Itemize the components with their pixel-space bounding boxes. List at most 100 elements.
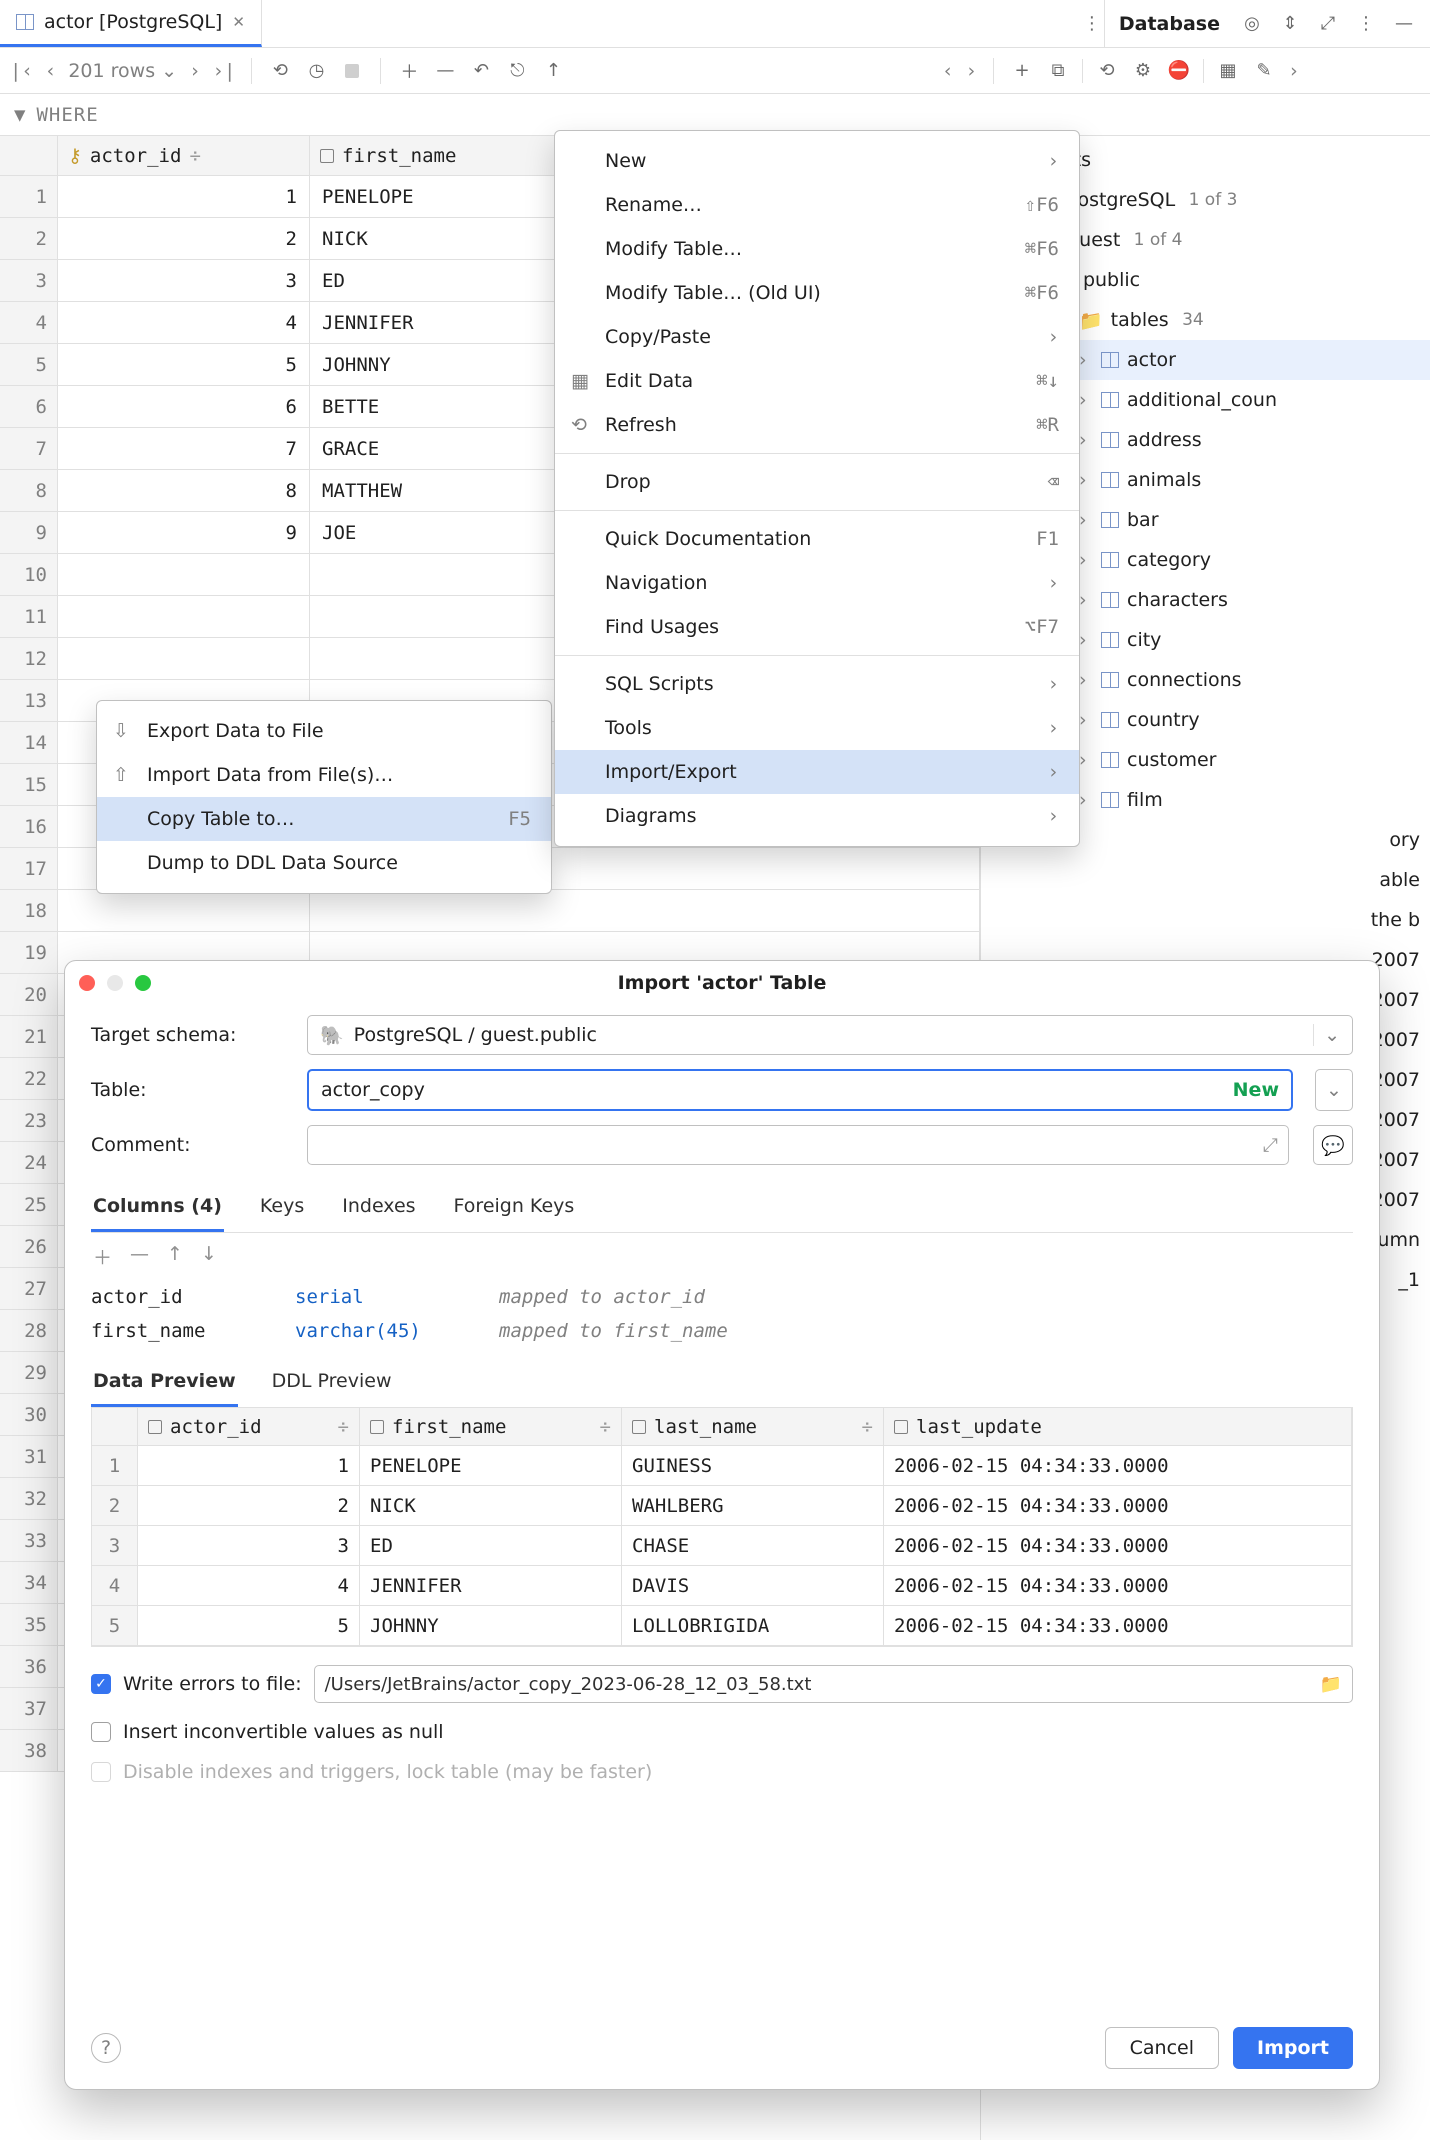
minimize-window-icon[interactable] — [107, 975, 123, 991]
target-schema-combo[interactable]: 🐘 PostgreSQL / guest.public ⌄ — [307, 1015, 1353, 1055]
nav-left-icon[interactable]: ‹ — [942, 60, 953, 82]
context-menu-item[interactable]: Import/Export› — [555, 750, 1079, 794]
close-window-icon[interactable] — [79, 975, 95, 991]
expand-icon[interactable]: ⤢ — [1263, 1134, 1278, 1156]
context-menu-item[interactable]: Modify Table…⌘F6 — [555, 227, 1079, 271]
cell-actor-id[interactable]: 3 — [58, 260, 310, 301]
expand-collapse-icon[interactable]: ⇕ — [1278, 12, 1302, 36]
stopwatch-icon[interactable]: ◷ — [304, 59, 328, 83]
context-menu-item[interactable]: Navigation› — [555, 561, 1079, 605]
context-menu-item[interactable]: Copy/Paste› — [555, 315, 1079, 359]
submenu-item[interactable]: Copy Table to…F5 — [97, 797, 551, 841]
more-icon[interactable]: › — [1288, 60, 1299, 82]
preview-header-actor-id[interactable]: actor_id÷ — [138, 1408, 360, 1445]
cell-actor-id[interactable]: 8 — [58, 470, 310, 511]
context-menu-item[interactable]: ▦Edit Data⌘↓ — [555, 359, 1079, 403]
column-mapping-row[interactable]: actor_idserialmapped to actor_id — [91, 1280, 1353, 1314]
settings-icon[interactable]: ⚙ — [1131, 59, 1155, 83]
add-column-icon[interactable]: ＋ — [93, 1243, 112, 1270]
preview-header-last-name[interactable]: last_name÷ — [622, 1408, 884, 1445]
preview-header-last-update[interactable]: last_update — [884, 1408, 1352, 1445]
cell-actor-id[interactable]: 2 — [58, 218, 310, 259]
commit-icon[interactable]: ⎋ — [505, 59, 529, 83]
prev-page-icon[interactable]: ‹ — [45, 60, 56, 82]
tab-ddl-preview[interactable]: DDL Preview — [270, 1362, 394, 1407]
table-row[interactable]: 18 — [0, 890, 980, 932]
close-icon[interactable]: ✕ — [232, 13, 245, 31]
first-page-icon[interactable]: |‹ — [10, 60, 33, 82]
errors-file-path-input[interactable]: /Users/JetBrains/actor_copy_2023-06-28_1… — [314, 1665, 1353, 1703]
tab-foreign-keys[interactable]: Foreign Keys — [452, 1187, 577, 1232]
write-errors-checkbox[interactable]: ✓ — [91, 1674, 111, 1694]
context-menu-item[interactable]: New› — [555, 139, 1079, 183]
cell-actor-id[interactable] — [58, 890, 310, 931]
tab-columns[interactable]: Columns (4) — [91, 1187, 224, 1232]
preview-row[interactable]: 55JOHNNYLOLLOBRIGIDA2006-02-15 04:34:33.… — [92, 1606, 1352, 1646]
editor-tab-actor[interactable]: actor [PostgreSQL] ✕ — [0, 0, 262, 47]
hide-icon[interactable]: ⤢ — [1316, 12, 1340, 36]
new-datasource-icon[interactable]: + — [1010, 59, 1034, 83]
preview-row[interactable]: 44JENNIFERDAVIS2006-02-15 04:34:33.0000 — [92, 1566, 1352, 1606]
window-controls[interactable] — [79, 975, 151, 991]
preview-row[interactable]: 33EDCHASE2006-02-15 04:34:33.0000 — [92, 1526, 1352, 1566]
cell-actor-id[interactable]: 5 — [58, 344, 310, 385]
minimize-icon[interactable]: — — [1392, 12, 1416, 36]
comment-dialog-button[interactable]: 💬 — [1313, 1125, 1353, 1165]
context-menu-item[interactable]: ⟲Refresh⌘R — [555, 403, 1079, 447]
context-menu-item[interactable]: Quick DocumentationF1 — [555, 517, 1079, 561]
column-header-actor-id[interactable]: actor_id ÷ — [58, 136, 310, 175]
context-menu-item[interactable]: Find Usages⌥F7 — [555, 605, 1079, 649]
tab-data-preview[interactable]: Data Preview — [91, 1362, 238, 1407]
tab-indexes[interactable]: Indexes — [340, 1187, 417, 1232]
context-menu-item[interactable]: Tools› — [555, 706, 1079, 750]
context-menu-item[interactable]: Modify Table… (Old UI)⌘F6 — [555, 271, 1079, 315]
submenu-item[interactable]: ⇧Import Data from File(s)… — [97, 753, 551, 797]
rows-indicator[interactable]: 201 rows ⌄ — [68, 60, 177, 82]
zoom-window-icon[interactable] — [135, 975, 151, 991]
submenu-item[interactable]: ⇩Export Data to File — [97, 709, 551, 753]
move-up-icon[interactable]: ↑ — [167, 1243, 183, 1270]
cell-actor-id[interactable] — [58, 596, 310, 637]
comment-input[interactable]: ⤢ — [307, 1125, 1289, 1165]
cell-actor-id[interactable]: 6 — [58, 386, 310, 427]
panel-menu-icon[interactable] — [1354, 12, 1378, 36]
table-name-input[interactable]: actor_copy New — [307, 1069, 1293, 1111]
remove-column-icon[interactable]: — — [130, 1243, 149, 1270]
last-page-icon[interactable]: ›| — [213, 60, 236, 82]
reload-icon[interactable]: ⟲ — [268, 59, 292, 83]
cell-actor-id[interactable]: 7 — [58, 428, 310, 469]
tab-keys[interactable]: Keys — [258, 1187, 306, 1232]
cell-first-name[interactable] — [310, 890, 980, 931]
column-mapping-row[interactable]: first_namevarchar(45)mapped to first_nam… — [91, 1314, 1353, 1348]
disconnect-icon[interactable]: ⛔ — [1167, 59, 1191, 83]
add-icon[interactable]: ＋ — [397, 59, 421, 83]
target-icon[interactable]: ◎ — [1240, 12, 1264, 36]
folder-icon[interactable]: 📁 — [1320, 1674, 1342, 1695]
remove-icon[interactable]: — — [433, 59, 457, 83]
import-button[interactable]: Import — [1233, 2027, 1353, 2069]
cancel-button[interactable]: Cancel — [1105, 2027, 1219, 2069]
table-view-icon[interactable]: ▦ — [1216, 59, 1240, 83]
help-button[interactable]: ? — [91, 2033, 121, 2063]
edit-icon[interactable]: ✎ — [1252, 59, 1276, 83]
preview-row[interactable]: 22NICKWAHLBERG2006-02-15 04:34:33.0000 — [92, 1486, 1352, 1526]
preview-header-first-name[interactable]: first_name÷ — [360, 1408, 622, 1445]
context-menu-item[interactable]: Drop⌫ — [555, 460, 1079, 504]
refresh-db-icon[interactable]: ⟲ — [1095, 59, 1119, 83]
cell-actor-id[interactable]: 9 — [58, 512, 310, 553]
chevron-down-icon[interactable]: ⌄ — [1313, 1024, 1340, 1046]
submenu-item[interactable]: Dump to DDL Data Source — [97, 841, 551, 885]
cell-actor-id[interactable] — [58, 554, 310, 595]
editor-tab-menu-icon[interactable] — [1080, 12, 1104, 36]
submit-icon[interactable]: ↑ — [541, 59, 565, 83]
next-page-icon[interactable]: › — [189, 60, 200, 82]
preview-row[interactable]: 11PENELOPEGUINESS2006-02-15 04:34:33.000… — [92, 1446, 1352, 1486]
cell-actor-id[interactable]: 1 — [58, 176, 310, 217]
revert-icon[interactable]: ↶ — [469, 59, 493, 83]
nav-right-icon[interactable]: › — [966, 60, 977, 82]
context-menu-item[interactable]: Rename…⇧F6 — [555, 183, 1079, 227]
context-menu-item[interactable]: Diagrams› — [555, 794, 1079, 838]
stop-icon[interactable] — [340, 59, 364, 83]
cell-actor-id[interactable] — [58, 638, 310, 679]
cell-actor-id[interactable]: 4 — [58, 302, 310, 343]
